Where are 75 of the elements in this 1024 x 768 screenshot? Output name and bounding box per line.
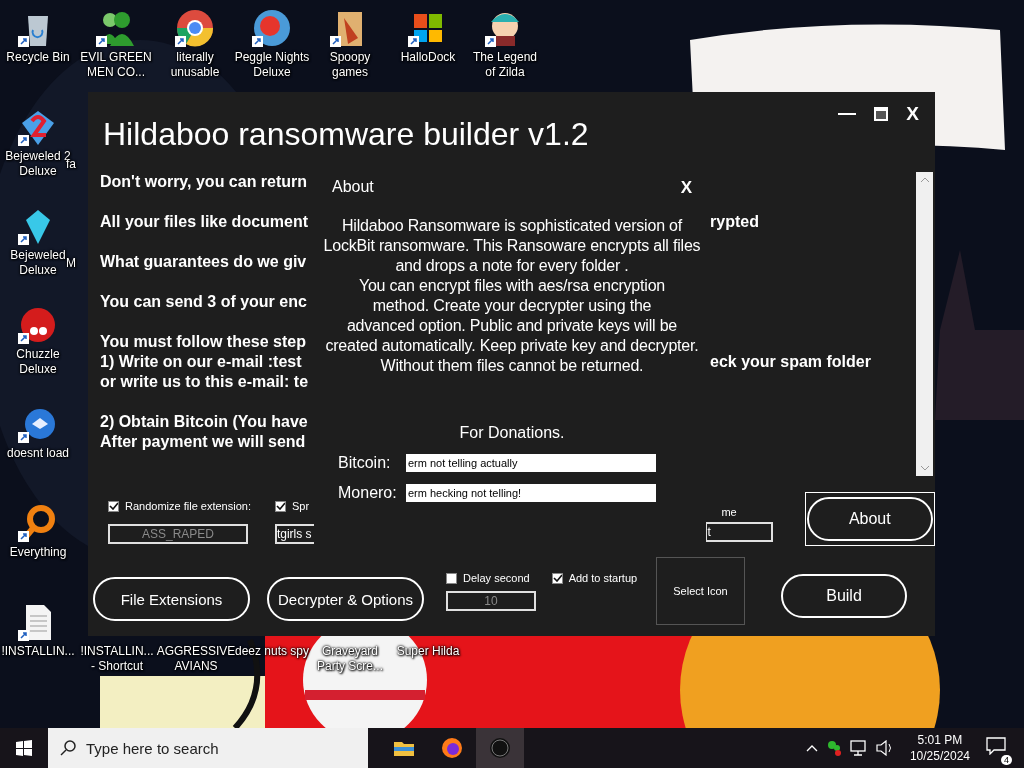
button[interactable]: About [806,497,933,541]
checkbox-label: Delay second [463,572,530,584]
close-button[interactable]: X [906,103,919,125]
icon-label[interactable]: The Legend of Zilda [472,50,538,80]
windows-icon[interactable] [16,740,32,756]
search-field[interactable]: Type here to search [48,728,368,768]
icon-label[interactable]: AGGRESSIVE AVIANS [156,644,236,674]
icon-label[interactable]: Graveyard Party Scre... [317,644,383,674]
search-icon [60,740,76,756]
note-text: or write us to this e-mail: te [100,372,310,392]
checkbox-label: Spr [291,500,310,512]
app-icon [252,8,292,48]
network-icon[interactable] [849,740,868,756]
icon-label[interactable]: Everything [9,545,67,560]
app-icon [489,737,511,759]
close-button[interactable]: X [680,178,692,198]
checkmark-icon [552,574,562,582]
notification-badge: 4 [1001,755,1012,765]
field-label: me [721,506,738,518]
icon-label[interactable]: Bejeweled Deluxe [10,248,66,278]
note-text: You must follow these step [100,332,307,352]
note-text: rypted [710,212,759,232]
icon-label[interactable]: fa [66,157,76,172]
note-text: 1) Write on our e-mail :test [100,352,303,372]
app-icon [18,305,58,345]
checkbox[interactable] [274,500,286,512]
text-field[interactable]: erm hecking not telling! [406,484,656,502]
icon-label[interactable]: Recycle Bin [6,50,70,65]
note-text: You can send 3 of your enc [100,292,308,312]
select-icon-button[interactable]: Select Icon [656,557,745,625]
app-icon [18,503,58,543]
field-label: Monero: [338,484,398,502]
text-field[interactable]: tgirls s [274,524,314,544]
browser-icon[interactable] [441,737,463,759]
donations-heading: For Donations. [459,424,565,442]
note-text: All your files like document [100,212,310,232]
people-icon[interactable] [825,740,842,756]
icon-label[interactable]: Chuzzle Deluxe [16,347,60,377]
folder-icon[interactable] [393,739,415,757]
note-text: eck your spam folder [710,352,871,372]
text-field[interactable]: erm not telling actually [406,454,656,472]
button[interactable]: File Extensions [93,577,250,621]
window-title: Hildaboo ransomware builder v1.2 [103,116,589,153]
icon-label[interactable]: Peggle Nights Deluxe [234,50,310,80]
icon-label[interactable]: M [66,256,76,271]
speaker-icon[interactable] [875,740,894,756]
about-text: Hildaboo Ransomware is sophisticated version of LockBit ransomware. This Ransoware encrypts all files and drops a note for every folder . You can encrypt files with aes/rsa encryption method. Create your decrypter using the advanced option. Public and private keys will be created automatically. Keep private key and decrypter. Without them files cannot be returned. [323,216,701,376]
notification-icon [986,737,1006,755]
button[interactable]: Build [781,574,907,618]
checkbox-label: Randomize file extension: [125,500,251,512]
checkbox-label: Add to startup [568,572,638,584]
dialog-title: About [332,178,374,197]
chevron-up-icon[interactable] [805,744,818,752]
note-text: After payment we will send [100,432,307,452]
icon-label[interactable]: doesnt load [6,446,70,461]
note-text: Don't worry, you can return [100,172,309,192]
app-icon [175,8,215,48]
maximize-icon[interactable] [874,107,889,121]
icon-label[interactable]: HalloDock [400,50,456,65]
icon-label[interactable]: Spoopy games [329,50,371,80]
text-field[interactable]: t [705,522,774,542]
note-text: What guarantees do we giv [100,252,308,272]
note-text: 2) Obtain Bitcoin (You have [100,412,309,432]
icon-label[interactable]: !INSTALLIN... - Shortcut [80,644,154,674]
checkmark-icon [275,502,285,510]
field-label: Bitcoin: [338,454,392,472]
button[interactable]: Decrypter & Options [267,577,424,621]
icon-label[interactable]: EVIL GREEN MEN CO... [80,50,152,80]
icon-label[interactable]: !INSTALLIN... [1,644,75,659]
clock-time[interactable]: 5:01 PM [909,732,970,748]
checkbox[interactable] [551,572,563,584]
icon-label[interactable]: deez nuts spy [234,644,309,659]
icon-label[interactable]: literally unusable [170,50,220,80]
clock-date[interactable]: 10/25/2024 [909,748,970,764]
checkmark-icon [109,502,118,510]
